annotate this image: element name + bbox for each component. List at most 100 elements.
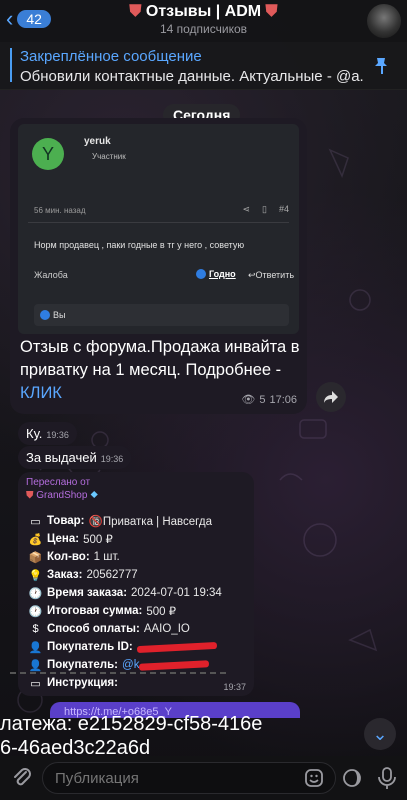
forward-button[interactable] xyxy=(316,382,346,412)
channel-title-block[interactable]: ⛊ Отзывы | ADM ⛊ 14 подписчиков xyxy=(0,3,407,36)
forum-review-text: Норм продавец , паки годные в тг у него … xyxy=(34,240,245,250)
redaction-mark xyxy=(136,641,217,653)
message-meta: 👁 5 17:06 xyxy=(241,393,297,407)
caption-text: Отзыв с форума.Продажа инвайта в приватк… xyxy=(20,338,300,379)
order-line: $ Способ оплаты: AAIO_IO xyxy=(28,620,250,638)
order-key: Время заказа: xyxy=(47,587,128,599)
divider xyxy=(28,222,289,223)
order-line: ▭ Инструкция: xyxy=(28,674,250,692)
message-input[interactable] xyxy=(42,762,336,794)
like-icon xyxy=(196,269,206,279)
shield-icon: ⛊ xyxy=(26,490,34,501)
forum-post-tools: ⋖ ▯ #4 xyxy=(242,204,289,215)
forum-user-role: Участник xyxy=(92,152,126,161)
order-line: ▭ Товар: 🔞Приватка | Навсегда xyxy=(28,512,250,530)
scroll-down-button[interactable]: ⌄ xyxy=(364,718,396,750)
forum-good-link: Годно xyxy=(196,269,236,279)
clock-icon: 🕐 xyxy=(28,587,43,600)
order-value: 2024-07-01 19:34 xyxy=(131,587,222,599)
view-count: 5 xyxy=(259,393,266,406)
order-key: Инструкция: xyxy=(47,677,118,689)
message-composer xyxy=(0,756,407,800)
forum-review-message[interactable]: Y yeruk Участник 56 мин. назад ⋖ ▯ #4 Но… xyxy=(10,118,307,414)
payment-id-line: латежа: e2152829-cf58-416e xyxy=(0,713,263,735)
order-value: 20562777 xyxy=(86,569,138,581)
message-bubble[interactable]: За выдачей 19:36 xyxy=(18,446,132,469)
message-text: Ку. xyxy=(26,426,43,441)
pinned-indicator xyxy=(10,48,12,82)
pinned-message-bar[interactable]: Закреплённое сообщение Обновили контактн… xyxy=(0,42,407,90)
dollar-icon: $ xyxy=(32,623,39,635)
pinned-label: Закреплённое сообщение xyxy=(20,48,202,65)
order-value: 1 шт. xyxy=(93,551,120,563)
payment-id-text: латежа: e2152829-cf58-416e 6-46aed3c22a6… xyxy=(0,712,407,760)
shield-icon: ⛊ xyxy=(129,3,142,20)
clock-icon: 🕐 xyxy=(28,605,43,618)
order-value[interactable]: @k xyxy=(122,659,139,671)
share-icon: ⋖ xyxy=(242,204,251,214)
channel-avatar[interactable] xyxy=(367,4,401,38)
order-key: Покупатель ID: xyxy=(47,641,133,653)
user-icon: 👤 xyxy=(28,641,43,654)
order-line: 📦 Кол-во: 1 шт. xyxy=(28,548,250,566)
diamond-icon: ◆ xyxy=(90,490,99,501)
order-line: 👤 Покупатель ID: xyxy=(28,638,250,656)
shop-name: GrandShop xyxy=(36,490,88,501)
forum-reply-label: Ответить xyxy=(255,270,295,280)
package-icon: 📦 xyxy=(28,551,43,564)
message-time: 19:37 xyxy=(223,682,246,692)
message-time: 17:06 xyxy=(269,393,297,406)
forwarded-header[interactable]: Переслано от ⛊ GrandShop ◆ xyxy=(26,476,98,502)
order-value: 500 ₽ xyxy=(146,606,177,618)
forwarded-label: Переслано от xyxy=(26,477,91,488)
shield-icon: ⛊ xyxy=(265,3,278,20)
message-time: 19:36 xyxy=(100,454,124,464)
order-key: Итоговая сумма: xyxy=(47,605,143,617)
forum-reactions: Вы xyxy=(34,304,289,326)
eye-icon: 👁 xyxy=(241,394,256,406)
forum-user-avatar: Y xyxy=(32,138,64,170)
forum-reply-link: ↩Ответить xyxy=(248,270,295,280)
order-key: Способ оплаты: xyxy=(47,623,140,635)
order-key: Кол-во: xyxy=(47,551,90,563)
user-icon: 👤 xyxy=(28,659,43,672)
order-value: 500 ₽ xyxy=(83,534,113,546)
box-icon: ▭ xyxy=(30,515,41,528)
order-line: 🕐 Итоговая сумма: 500 ₽ xyxy=(28,602,250,620)
order-key: Товар: xyxy=(47,515,85,527)
post-number: #4 xyxy=(278,204,289,214)
forum-complain-link: Жалоба xyxy=(34,270,68,280)
channel-name: Отзывы | ADM xyxy=(145,3,262,20)
forum-reaction-label: Вы xyxy=(53,310,66,320)
order-key: Заказ: xyxy=(47,569,83,581)
redaction-mark xyxy=(139,659,210,671)
order-value: 🔞Приватка | Навсегда xyxy=(88,516,212,528)
message-time: 19:36 xyxy=(46,430,69,440)
order-message[interactable]: Переслано от ⛊ GrandShop ◆ ▭ Товар: 🔞Прива… xyxy=(18,472,254,696)
pinned-list-icon[interactable] xyxy=(371,55,393,77)
microphone-icon[interactable] xyxy=(376,766,398,790)
message-bubble[interactable]: Ку. 19:36 xyxy=(18,422,77,445)
caption-link[interactable]: КЛИК xyxy=(20,384,62,402)
forum-good-label: Годно xyxy=(209,269,236,279)
order-line: 💡 Заказ: 20562777 xyxy=(28,566,250,584)
order-value: AAIO_IO xyxy=(143,623,190,635)
order-key: Цена: xyxy=(47,533,80,545)
order-key: Покупатель: xyxy=(47,659,119,671)
forum-username: yeruk xyxy=(84,136,111,147)
attach-icon[interactable] xyxy=(10,766,34,790)
sticker-icon[interactable] xyxy=(304,768,324,788)
chevron-down-icon: ⌄ xyxy=(372,723,388,744)
bulb-icon: 💡 xyxy=(28,569,43,582)
money-bag-icon: 💰 xyxy=(28,533,43,546)
order-line: 💰 Цена: 500 ₽ xyxy=(28,530,250,548)
bookmark-icon: ▯ xyxy=(262,204,267,214)
share-arrow-icon xyxy=(324,391,338,403)
forum-screenshot[interactable]: Y yeruk Участник 56 мин. назад ⋖ ▯ #4 Но… xyxy=(18,124,299,334)
box-icon: ▭ xyxy=(30,677,41,690)
message-text: За выдачей xyxy=(26,450,97,465)
like-icon xyxy=(40,310,50,320)
forum-post-time: 56 мин. назад xyxy=(34,206,86,215)
moon-icon[interactable] xyxy=(342,768,362,788)
order-line: 🕐 Время заказа: 2024-07-01 19:34 xyxy=(28,584,250,602)
